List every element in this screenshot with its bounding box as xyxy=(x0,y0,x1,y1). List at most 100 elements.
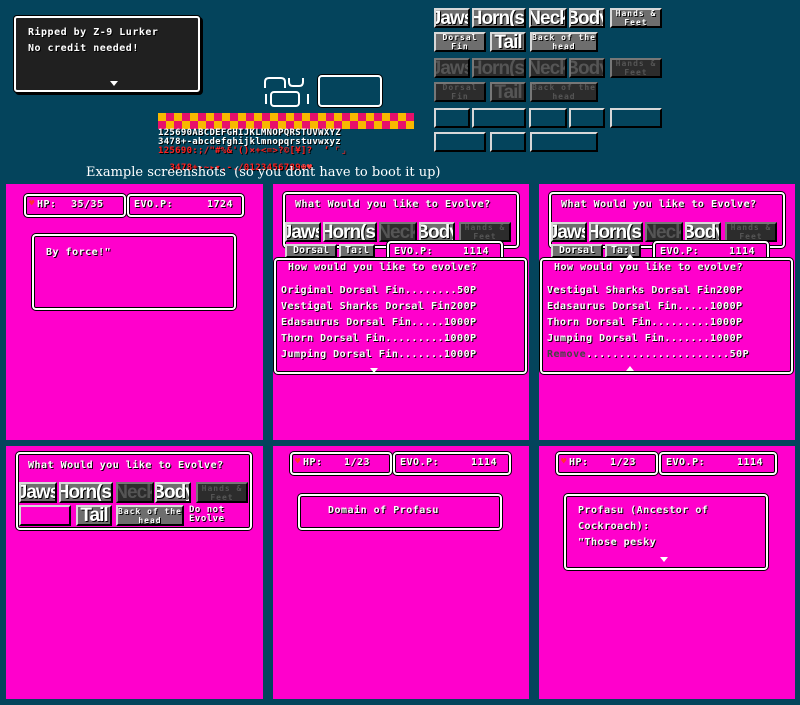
part-btn-neck: Neck xyxy=(379,222,417,242)
example-caption: Example screenshots (so you dont have to… xyxy=(86,165,441,180)
evolve-menu-title: What Would you like to Evolve? xyxy=(561,199,757,210)
part-btn-body[interactable]: Body xyxy=(685,222,721,242)
option-item[interactable]: Edasaurus Dorsal Fin.....1000P xyxy=(547,301,743,312)
part-btn-tail[interactable]: Ta:l xyxy=(339,244,375,258)
credit-line-2: No credit needed! xyxy=(28,43,139,54)
option-item[interactable]: Thorn Dorsal Fin.........1000P xyxy=(547,317,743,328)
heart-icon: ♥ xyxy=(295,457,301,467)
option-item[interactable]: Original Dorsal Fin........50P xyxy=(281,285,477,296)
part-btn-horns[interactable]: Horn(s) xyxy=(589,222,643,242)
checker-strip xyxy=(158,113,414,129)
sheet-btn-dorsal-fin-disabled: Dorsal Fin xyxy=(434,82,486,102)
heart-icon: ♥ xyxy=(561,457,567,467)
evo-value: 1114 xyxy=(463,246,490,257)
dialog-line: "Those pesky xyxy=(578,537,657,548)
sheet-btn-tail-disabled: Tail xyxy=(490,82,526,102)
continue-arrow-icon[interactable] xyxy=(660,557,668,562)
evo-label: EVO.P: xyxy=(134,199,174,210)
part-btn-jaws[interactable]: Jaws xyxy=(285,222,321,242)
credit-line-1: Ripped by Z-9 Lurker xyxy=(28,27,159,38)
part-btn-back-of-head[interactable]: Back of the head xyxy=(116,505,184,526)
part-btn-tail[interactable]: Tail xyxy=(76,505,112,526)
continue-arrow-icon xyxy=(110,81,118,86)
sheet-btn-empty xyxy=(434,108,470,128)
evolve-options-list: How would you like to evolve? Vestigal S… xyxy=(540,254,793,374)
option-item[interactable]: Thorn Dorsal Fin.........1000P xyxy=(281,333,477,344)
hp-value: 1/23 xyxy=(344,457,371,468)
evo-value: 1724 xyxy=(207,199,234,210)
evolve-options-list: How would you like to evolve? Original D… xyxy=(274,258,527,374)
sheet-btn-hands-feet: Hands & Feet xyxy=(610,8,662,28)
part-btn-tail[interactable]: Ta:l xyxy=(605,244,641,258)
evo-value: 1114 xyxy=(737,457,764,468)
option-item[interactable]: Vestigal Sharks Dorsal Fin200P xyxy=(547,285,743,296)
part-btn-neck: Neck xyxy=(116,482,154,503)
sheet-btn-jaws: Jaws xyxy=(434,8,470,28)
hp-value: 1/23 xyxy=(610,457,637,468)
empty-frame-sprite xyxy=(318,75,382,107)
dialog-box: Profasu (Ancestor of Cockroach): "Those … xyxy=(564,494,768,570)
sheet-btn-neck-disabled: Neck xyxy=(529,58,567,78)
cursor-arrow-icon xyxy=(626,366,634,371)
part-btn-body[interactable]: Body xyxy=(419,222,455,242)
option-item[interactable]: Jumping Dorsal Fin.......1000P xyxy=(281,349,477,360)
dialog-line: Profasu (Ancestor of xyxy=(578,505,709,516)
sheet-btn-empty xyxy=(610,108,662,128)
sheet-btn-neck: Neck xyxy=(529,8,567,28)
option-item-remove[interactable]: Remove......................50P xyxy=(547,349,749,360)
evo-label: EVO.P: xyxy=(660,246,700,257)
sheet-btn-tail: Tail xyxy=(490,32,526,52)
part-btn-horns[interactable]: Horn(s) xyxy=(323,222,377,242)
location-text: Domain of Profasu xyxy=(328,505,439,516)
evo-label: EVO.P: xyxy=(394,246,434,257)
screen-4: What Would you like to Evolve? Jaws Horn… xyxy=(6,446,263,699)
sheet-btn-jaws-disabled: Jaws xyxy=(434,58,470,78)
scroll-down-arrow-icon[interactable] xyxy=(370,368,378,373)
part-btn-jaws[interactable]: Jaws xyxy=(551,222,587,242)
part-btn-empty-slot xyxy=(19,505,71,526)
part-btn-dorsal[interactable]: Dorsal xyxy=(551,244,603,258)
sheet-btn-empty xyxy=(472,108,526,128)
evo-points-box: EVO.P: 1724 xyxy=(127,194,244,217)
frame-pieces-icon xyxy=(264,77,309,107)
part-btn-jaws[interactable]: Jaws xyxy=(19,482,57,503)
part-btn-horns[interactable]: Horn(s) xyxy=(59,482,113,503)
hp-label: HP: xyxy=(569,457,589,468)
options-prompt: How would you like to evolve? xyxy=(554,262,744,273)
evo-value: 1114 xyxy=(471,457,498,468)
sheet-btn-body-disabled: Body xyxy=(569,58,605,78)
scroll-up-arrow-icon[interactable] xyxy=(626,254,634,259)
dialog-box: By force!" xyxy=(32,234,236,310)
sheet-btn-back-of-head-disabled: Back of the head xyxy=(530,82,598,102)
option-item[interactable]: Edasaurus Dorsal Fin.....1000P xyxy=(281,317,477,328)
evolve-menu-title: What Would you like to Evolve? xyxy=(28,460,224,471)
do-not-evolve-option[interactable]: Do not Evolve xyxy=(189,506,225,524)
evo-points-box: EVO.P: 1114 xyxy=(659,452,777,475)
part-btn-body[interactable]: Body xyxy=(155,482,191,503)
part-btn-hands-feet: Hands & Feet xyxy=(459,222,511,242)
credit-dialog: Ripped by Z-9 Lurker No credit needed! xyxy=(14,16,200,92)
option-item[interactable]: Vestigal Sharks Dorsal Fin200P xyxy=(281,301,477,312)
sheet-btn-empty xyxy=(490,132,526,152)
option-item[interactable]: Jumping Dorsal Fin.......1000P xyxy=(547,333,743,344)
options-prompt: How would you like to evolve? xyxy=(288,262,478,273)
hp-box: ♥ HP: 1/23 xyxy=(556,452,658,475)
sheet-btn-hands-feet-disabled: Hands & Feet xyxy=(610,58,662,78)
evo-label: EVO.P: xyxy=(400,457,440,468)
dialog-text: By force!" xyxy=(46,247,112,258)
heart-icon: ♥ xyxy=(29,199,35,209)
part-btn-hands-feet: Hands & Feet xyxy=(725,222,777,242)
screen-1: ♥ HP: 35/35 EVO.P: 1724 By force!" xyxy=(6,184,263,440)
evo-value: 1114 xyxy=(729,246,756,257)
part-btn-dorsal[interactable]: Dorsal xyxy=(285,244,337,258)
screen-6: ♥ HP: 1/23 EVO.P: 1114 Profasu (Ancestor… xyxy=(539,446,795,699)
hp-value: 35/35 xyxy=(71,199,104,210)
sheet-btn-empty xyxy=(569,108,605,128)
sheet-btn-empty xyxy=(434,132,486,152)
evo-points-box: EVO.P: 1114 xyxy=(393,452,511,475)
sheet-btn-horns: Horn(s) xyxy=(472,8,526,28)
sheet-btn-body: Body xyxy=(569,8,605,28)
sheet-btn-back-of-head: Back of the head xyxy=(530,32,598,52)
evo-label: EVO.P: xyxy=(666,457,706,468)
sheet-btn-horns-disabled: Horn(s) xyxy=(472,58,526,78)
